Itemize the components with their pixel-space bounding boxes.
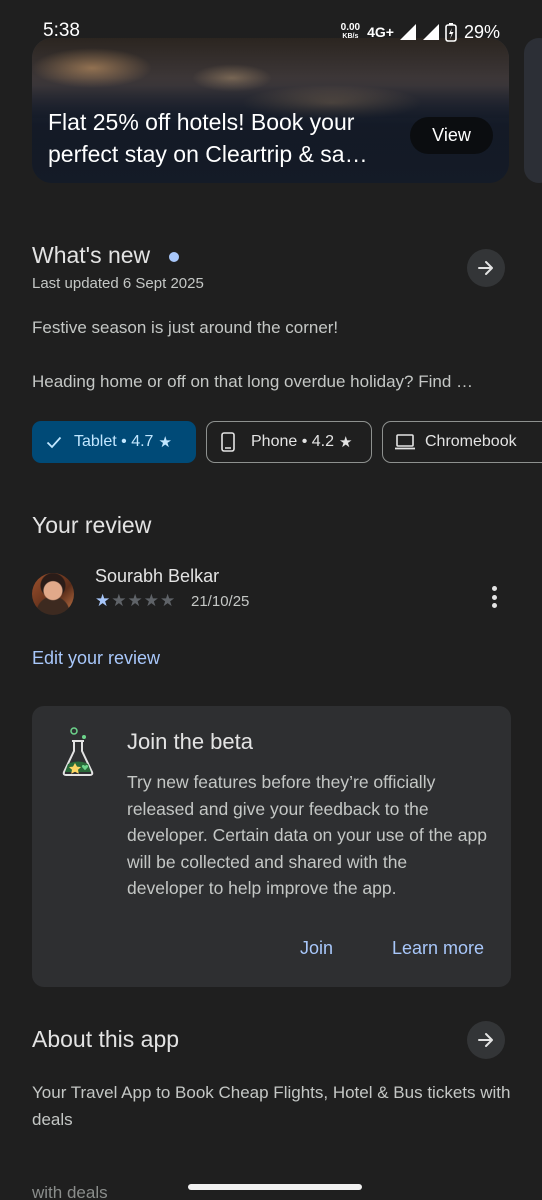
banner-text: Flat 25% off hotels! Book your perfect s…	[48, 109, 368, 167]
last-updated: Last updated 6 Sept 2025	[32, 275, 204, 292]
new-indicator-dot	[169, 252, 179, 262]
about-title: About this app	[32, 1026, 180, 1052]
chip-chromebook[interactable]: Chromebook	[382, 421, 542, 463]
chip-phone[interactable]: Phone • 4.2 ★	[206, 421, 372, 463]
rating-stars: ★ ★ ★ ★ ★	[95, 591, 175, 611]
data-rate-value: 0.00	[340, 22, 361, 33]
check-icon	[46, 436, 62, 449]
data-rate-unit: KB/s	[342, 33, 359, 40]
star-icon: ★	[158, 434, 172, 451]
signal-icon	[399, 24, 416, 40]
chip-tablet-label: Tablet • 4.7	[74, 433, 154, 450]
arrow-right-icon	[478, 261, 493, 275]
view-button[interactable]: View	[410, 117, 493, 154]
about-description: Your Travel App to Book Cheap Flights, H…	[32, 1083, 511, 1129]
whats-new-line-1: Festive season is just around the corner…	[32, 318, 339, 337]
chip-phone-label: Phone • 4.2	[251, 433, 334, 450]
more-options-button[interactable]	[484, 584, 504, 610]
join-beta-button[interactable]: Join	[300, 938, 333, 959]
battery-icon	[445, 23, 457, 42]
reviewer-name: Sourabh Belkar	[95, 566, 220, 586]
whats-new-arrow-button[interactable]	[467, 249, 505, 287]
star-icon: ★	[339, 434, 353, 451]
battery-percent: 29%	[463, 21, 500, 42]
status-time: 5:38	[43, 20, 80, 41]
status-bar: 5:38 0.00 KB/s 4G+ 29%	[0, 0, 542, 60]
review-date: 21/10/25	[191, 593, 250, 610]
star-empty-icon: ★	[127, 591, 143, 610]
beta-description: Try new features before they’re official…	[127, 772, 487, 898]
network-type: 4G+	[367, 24, 394, 40]
your-review-title: Your review	[32, 512, 152, 538]
cut-off-text: with deals	[32, 1183, 108, 1200]
star-filled-icon: ★	[95, 591, 111, 610]
learn-more-button[interactable]: Learn more	[392, 938, 484, 959]
whats-new-title: What's new	[32, 242, 151, 268]
star-empty-icon: ★	[111, 591, 127, 610]
data-rate: 0.00 KB/s	[341, 23, 360, 41]
edit-review-link[interactable]: Edit your review	[32, 648, 160, 669]
star-empty-icon: ★	[160, 591, 176, 610]
beta-title: Join the beta	[127, 729, 253, 754]
arrow-right-icon	[478, 1033, 493, 1047]
phone-icon	[221, 432, 235, 452]
signal-icon-2	[422, 24, 439, 40]
whats-new-line-2: Heading home or off on that long overdue…	[32, 372, 474, 391]
chip-tablet[interactable]: Tablet • 4.7 ★	[32, 421, 196, 463]
laptop-icon	[395, 434, 415, 450]
flask-icon	[62, 727, 94, 776]
home-gesture-bar[interactable]	[188, 1184, 362, 1190]
chip-chromebook-label: Chromebook	[425, 433, 517, 450]
star-empty-icon: ★	[143, 591, 159, 610]
status-icons: 0.00 KB/s 4G+ 29%	[341, 20, 500, 44]
join-beta-card: Join the beta Try new features before th…	[32, 706, 511, 987]
avatar	[32, 573, 74, 615]
about-arrow-button[interactable]	[467, 1021, 505, 1059]
